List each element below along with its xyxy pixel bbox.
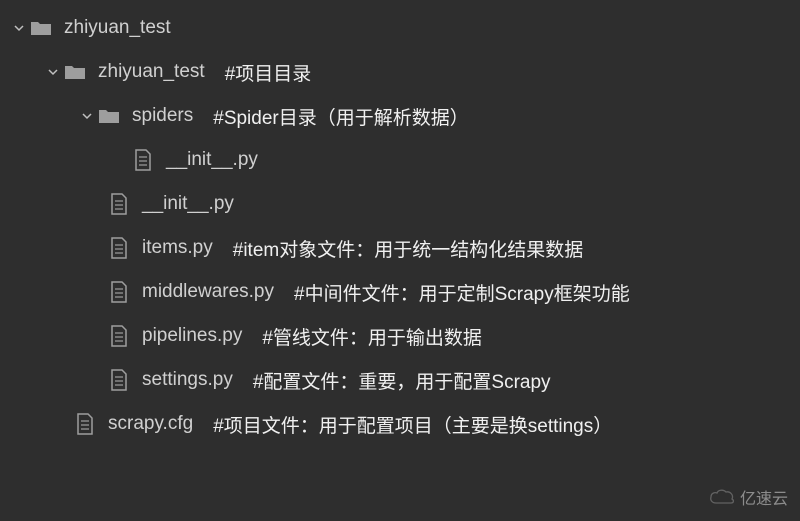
tree-file-project-init[interactable]: __init__.py [4,182,800,226]
file-label: __init__.py [166,149,258,171]
file-label: middlewares.py [142,281,274,303]
file-label: __init__.py [142,193,234,215]
tree-file-pipelines[interactable]: pipelines.py #管线文件：用于输出数据 [4,314,800,358]
file-comment: #item对象文件：用于统一结构化结果数据 [233,235,583,262]
file-label: pipelines.py [142,325,242,347]
tree-file-settings[interactable]: settings.py #配置文件：重要，用于配置Scrapy [4,358,800,402]
chevron-down-icon[interactable] [48,67,58,77]
file-icon [108,193,130,215]
file-comment: #项目文件：用于配置项目（主要是换settings） [213,411,612,438]
file-label: items.py [142,237,213,259]
watermark: 亿速云 [708,485,788,509]
watermark-text: 亿速云 [740,485,788,509]
folder-icon [98,105,120,127]
file-icon [108,325,130,347]
file-comment: #配置文件：重要，用于配置Scrapy [253,367,551,394]
chevron-down-icon[interactable] [14,23,24,33]
file-label: settings.py [142,369,233,391]
file-icon [74,413,96,435]
file-icon [108,281,130,303]
folder-comment: #Spider目录（用于解析数据） [213,103,469,130]
folder-icon [64,61,86,83]
file-tree: zhiyuan_test zhiyuan_test #项目目录 spiders … [0,0,800,446]
folder-label: spiders [132,105,193,127]
file-comment: #中间件文件：用于定制Scrapy框架功能 [294,279,630,306]
tree-file-middlewares[interactable]: middlewares.py #中间件文件：用于定制Scrapy框架功能 [4,270,800,314]
tree-file-scrapy-cfg[interactable]: scrapy.cfg #项目文件：用于配置项目（主要是换settings） [4,402,800,446]
tree-folder-spiders[interactable]: spiders #Spider目录（用于解析数据） [4,94,800,138]
file-icon [108,237,130,259]
tree-folder-root[interactable]: zhiyuan_test [4,6,800,50]
tree-file-spiders-init[interactable]: __init__.py [4,138,800,182]
folder-label: zhiyuan_test [98,61,205,83]
tree-file-items[interactable]: items.py #item对象文件：用于统一结构化结果数据 [4,226,800,270]
file-comment: #管线文件：用于输出数据 [262,323,482,350]
cloud-icon [708,487,736,507]
file-icon [132,149,154,171]
chevron-down-icon[interactable] [82,111,92,121]
folder-icon [30,17,52,39]
folder-label: zhiyuan_test [64,17,171,39]
folder-comment: #项目目录 [225,59,312,86]
file-label: scrapy.cfg [108,413,193,435]
tree-folder-project[interactable]: zhiyuan_test #项目目录 [4,50,800,94]
file-icon [108,369,130,391]
